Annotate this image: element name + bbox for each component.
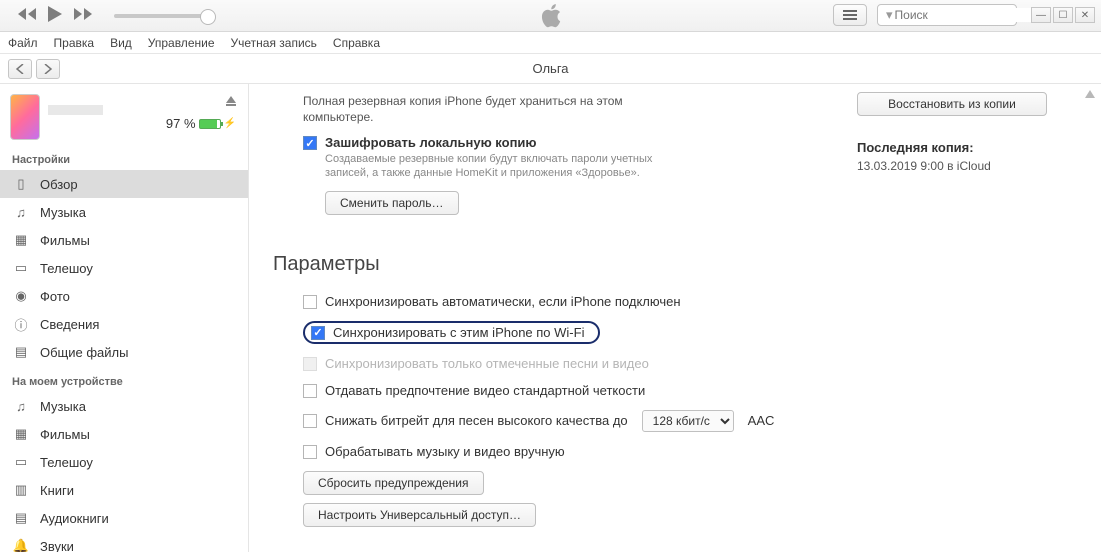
menu-view[interactable]: Вид [110,36,132,50]
menu-file[interactable]: Файл [8,36,38,50]
bitrate-label: Снижать битрейт для песен высокого качес… [325,413,628,428]
tv-icon: ▭ [12,259,30,277]
sidebar-dev-audiobooks[interactable]: ▤Аудиокниги [0,504,248,532]
prefer-sd-label: Отдавать предпочтение видео стандартной … [325,383,645,398]
bell-icon: 🔔 [12,537,30,552]
sidebar-item-movies[interactable]: ▦Фильмы [0,226,248,254]
menubar: Файл Правка Вид Управление Учетная запис… [0,32,1101,54]
list-icon [843,10,857,20]
manual-checkbox[interactable] [303,445,317,459]
list-view-button[interactable] [833,4,867,26]
scroll-up-icon[interactable] [1085,90,1095,98]
titlebar-right: ▾ — ☐ ✕ [833,4,1095,26]
wifi-sync-label: Синхронизировать с этим iPhone по Wi-Fi [333,325,584,340]
sidebar-item-files[interactable]: ▤Общие файлы [0,338,248,366]
sidebar-item-photos[interactable]: ◉Фото [0,282,248,310]
sidebar-item-info[interactable]: ⓘСведения [0,310,248,338]
eject-icon[interactable] [226,96,236,103]
sidebar-item-music[interactable]: ♫Музыка [0,198,248,226]
close-button[interactable]: ✕ [1075,7,1095,23]
nav-back-button[interactable] [8,59,32,79]
camera-icon: ◉ [12,287,30,305]
search-input[interactable]: ▾ [877,4,1017,26]
menu-help[interactable]: Справка [333,36,380,50]
play-icon[interactable] [48,6,62,25]
last-backup-value: 13.03.2019 9:00 в iCloud [857,159,1077,173]
battery-icon [199,119,221,129]
bitrate-checkbox[interactable] [303,414,317,428]
nav-forward-button[interactable] [36,59,60,79]
codec-label: AAC [748,413,775,428]
device-header[interactable]: 97 % ⚡ [0,90,248,144]
auto-sync-label: Синхронизировать автоматически, если iPh… [325,294,681,309]
chevron-left-icon [16,64,24,74]
change-password-button[interactable]: Сменить пароль… [325,191,459,215]
sidebar: 97 % ⚡ Настройки ▯Обзор ♫Музыка ▦Фильмы … [0,84,249,552]
auto-sync-checkbox[interactable] [303,295,317,309]
music-icon: ♫ [12,203,30,221]
encrypt-checkbox[interactable] [303,136,317,150]
next-icon[interactable] [74,8,92,23]
menu-edit[interactable]: Правка [54,36,95,50]
sidebar-dev-movies[interactable]: ▦Фильмы [0,420,248,448]
only-checked-label: Синхронизировать только отмеченные песни… [325,356,649,371]
chevron-right-icon [44,64,52,74]
window-controls: — ☐ ✕ [1031,7,1095,23]
prefer-sd-checkbox[interactable] [303,384,317,398]
menu-manage[interactable]: Управление [148,36,215,50]
playback-controls [18,6,209,25]
bitrate-select[interactable]: 128 кбит/с [642,410,734,432]
encrypt-hint: Создаваемые резервные копии будут включа… [325,152,685,181]
reset-warnings-button[interactable]: Сбросить предупреждения [303,471,484,495]
minimize-button[interactable]: — [1031,7,1051,23]
breadcrumb: Ольга [0,54,1101,84]
sidebar-section-settings: Настройки [0,144,248,170]
music-icon: ♫ [12,397,30,415]
sidebar-dev-books[interactable]: ▥Книги [0,476,248,504]
last-backup-title: Последняя копия: [857,140,1077,155]
sidebar-item-overview[interactable]: ▯Обзор [0,170,248,198]
restore-button[interactable]: Восстановить из копии [857,92,1047,116]
only-checked-checkbox [303,357,317,371]
options-title: Параметры [273,253,1077,276]
universal-access-button[interactable]: Настроить Универсальный доступ… [303,503,536,527]
maximize-button[interactable]: ☐ [1053,7,1073,23]
apps-icon: ▤ [12,343,30,361]
main-panel: Полная резервная копия iPhone будет хран… [249,84,1101,552]
tv-icon: ▭ [12,453,30,471]
book-icon: ▥ [12,481,30,499]
sidebar-dev-sounds[interactable]: 🔔Звуки [0,532,248,552]
page-title: Ольга [532,61,568,76]
prev-icon[interactable] [18,8,36,23]
manual-label: Обрабатывать музыку и видео вручную [325,444,565,459]
backup-description: Полная резервная копия iPhone будет хран… [303,94,643,125]
film-icon: ▦ [12,231,30,249]
film-icon: ▦ [12,425,30,443]
search-field[interactable] [895,8,1050,22]
battery-status: 97 % ⚡ [166,116,236,131]
wifi-sync-checkbox[interactable] [311,326,325,340]
audiobook-icon: ▤ [12,509,30,527]
volume-slider[interactable] [114,14,209,18]
encrypt-label: Зашифровать локальную копию [325,135,537,150]
titlebar: ▾ — ☐ ✕ [0,0,1101,32]
sidebar-item-tv[interactable]: ▭Телешоу [0,254,248,282]
menu-account[interactable]: Учетная запись [231,36,317,50]
sidebar-dev-music[interactable]: ♫Музыка [0,392,248,420]
info-icon: ⓘ [12,315,30,333]
sidebar-section-device: На моем устройстве [0,366,248,392]
wifi-sync-highlight: Синхронизировать с этим iPhone по Wi-Fi [303,321,600,344]
device-image-icon [10,94,40,140]
sidebar-dev-tv[interactable]: ▭Телешоу [0,448,248,476]
device-name [48,105,103,115]
phone-icon: ▯ [12,175,30,193]
apple-logo-icon [541,4,561,31]
